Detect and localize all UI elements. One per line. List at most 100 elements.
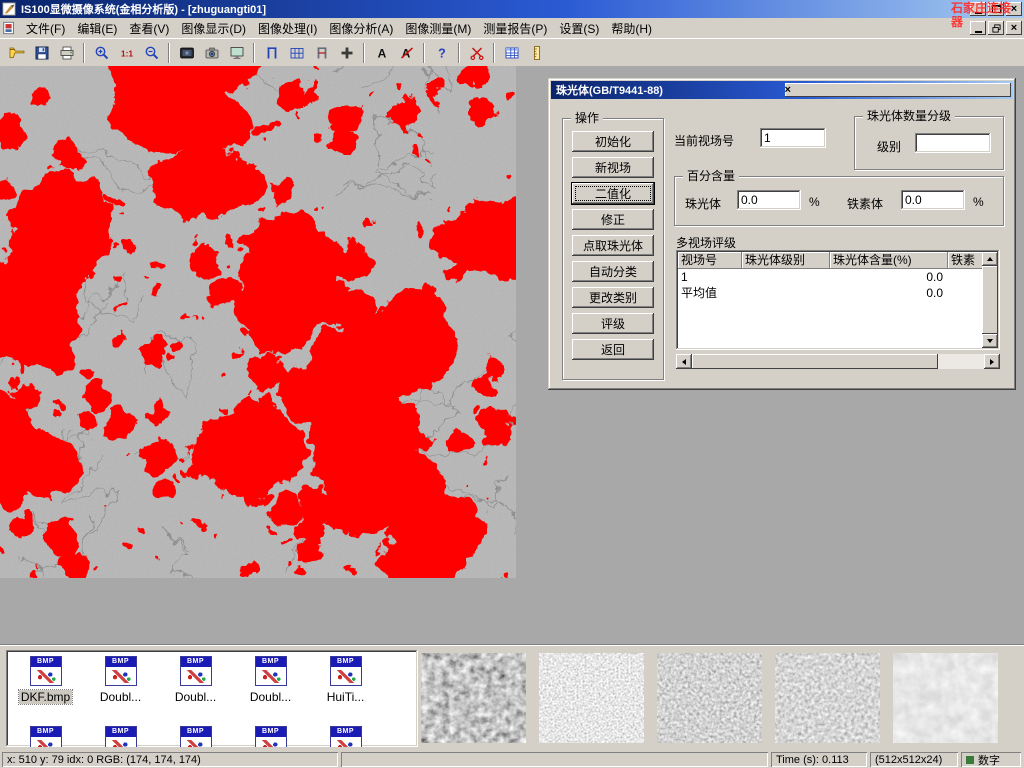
table-row[interactable]: 10.0	[678, 269, 982, 285]
horizontal-scroll-thumb[interactable]	[692, 354, 938, 369]
ferrite-input[interactable]	[901, 190, 965, 210]
file-item[interactable]: BMPHuiTi...	[308, 656, 383, 704]
ruler-button[interactable]	[524, 41, 549, 65]
scroll-right-button[interactable]	[984, 354, 1000, 369]
vertical-scroll-thumb[interactable]	[982, 266, 998, 334]
op-button-initialize[interactable]: 初始化	[572, 131, 654, 152]
camera-capture-button[interactable]	[199, 41, 224, 65]
table-horizontal-scrollbar[interactable]	[676, 354, 1000, 369]
table-grid-icon	[504, 45, 520, 61]
title-bar: IS100显微摄像系统(金相分析版) - [zhuguangti01] ×	[0, 0, 1024, 18]
op-button-change-class[interactable]: 更改类别	[572, 287, 654, 308]
column-header[interactable]: 视场号	[678, 252, 742, 269]
add-text-button[interactable]: A	[369, 41, 394, 65]
op-button-rate[interactable]: 评级	[572, 313, 654, 334]
caliper-icon	[264, 45, 280, 61]
menu-image-display[interactable]: 图像显示(D)	[175, 18, 252, 39]
thumbnail-strip	[421, 653, 998, 743]
grid-measure-button[interactable]	[284, 41, 309, 65]
child-restore-icon	[992, 24, 1001, 33]
minimize-button[interactable]	[970, 2, 986, 16]
file-row-partial: BMPBMPBMPBMPBMP	[8, 726, 416, 747]
column-header[interactable]: 珠光体含量(%)	[830, 252, 948, 269]
file-item-partial[interactable]: BMP	[233, 726, 308, 747]
child-minimize-button[interactable]	[970, 21, 986, 35]
thumbnail-4[interactable]	[775, 653, 880, 743]
child-close-button[interactable]: ×	[1006, 21, 1022, 35]
thumbnail-1[interactable]	[421, 653, 526, 743]
current-field-input[interactable]	[760, 128, 826, 148]
menu-edit[interactable]: 编辑(E)	[71, 18, 123, 39]
op-button-return[interactable]: 返回	[572, 339, 654, 360]
menu-report[interactable]: 测量报告(P)	[477, 18, 553, 39]
ruler-icon	[529, 45, 545, 61]
text-delete-icon: A	[399, 45, 415, 61]
bmp-icon-label: BMP	[331, 727, 361, 737]
op-button-binarize[interactable]: 二值化	[572, 183, 654, 204]
menu-image-measure[interactable]: 图像测量(M)	[399, 18, 477, 39]
menu-view[interactable]: 查看(V)	[123, 18, 175, 39]
dialog-title-bar[interactable]: 珠光体(GB/T9441-88) ×	[551, 81, 1013, 99]
thumbnail-3[interactable]	[657, 653, 762, 743]
column-header[interactable]: 珠光体级别	[742, 252, 830, 269]
cross-marker-button[interactable]	[334, 41, 359, 65]
child-restore-button[interactable]	[988, 21, 1004, 35]
op-button-correct[interactable]: 修正	[572, 209, 654, 230]
close-button[interactable]: ×	[1006, 2, 1022, 16]
document-window-icon[interactable]	[2, 20, 18, 36]
file-item-partial[interactable]: BMP	[158, 726, 233, 747]
arrow-right-icon	[990, 359, 994, 365]
print-button[interactable]	[54, 41, 79, 65]
file-item-partial[interactable]: BMP	[8, 726, 83, 747]
file-item-partial[interactable]: BMP	[308, 726, 383, 747]
file-item-partial[interactable]: BMP	[83, 726, 158, 747]
zoom-in-button[interactable]	[89, 41, 114, 65]
video-preview-button[interactable]	[174, 41, 199, 65]
menu-image-analysis[interactable]: 图像分析(A)	[323, 18, 399, 39]
actual-size-button[interactable]: 1:1	[114, 41, 139, 65]
display-button[interactable]	[224, 41, 249, 65]
menu-help[interactable]: 帮助(H)	[605, 18, 658, 39]
delete-text-button[interactable]: A	[394, 41, 419, 65]
caliper-measure-button[interactable]	[259, 41, 284, 65]
scroll-up-button[interactable]	[982, 252, 998, 266]
column-header[interactable]: 铁素	[948, 252, 982, 269]
bmp-icon-label: BMP	[31, 727, 61, 737]
child-close-icon: ×	[1011, 23, 1017, 34]
file-item[interactable]: BMPDKF.bmp	[8, 656, 83, 704]
table-vertical-scrollbar[interactable]	[982, 252, 998, 348]
open-button[interactable]	[4, 41, 29, 65]
monitor-icon	[229, 45, 245, 61]
scroll-down-button[interactable]	[982, 334, 998, 348]
thumbnail-2[interactable]	[539, 653, 644, 743]
file-item[interactable]: BMPDoubl...	[83, 656, 158, 704]
dialog-close-button[interactable]: ×	[785, 83, 1012, 97]
table-row[interactable]: 平均值0.0	[678, 285, 982, 301]
cursor-status: x: 510 y: 79 idx: 0 RGB: (174, 174, 174)	[2, 752, 338, 767]
toolbar-separator	[363, 43, 365, 63]
help-button[interactable]: ?	[429, 41, 454, 65]
zoom-out-button[interactable]	[139, 41, 164, 65]
bmp-icon-label: BMP	[331, 657, 361, 667]
toolbar-separator	[168, 43, 170, 63]
pearlite-label: 珠光体	[685, 195, 721, 212]
cut-button[interactable]	[464, 41, 489, 65]
scroll-left-button[interactable]	[676, 354, 692, 369]
file-item[interactable]: BMPDoubl...	[233, 656, 308, 704]
multifield-label: 多视场评级	[676, 234, 736, 251]
file-item[interactable]: BMPDoubl...	[158, 656, 233, 704]
menu-image-process[interactable]: 图像处理(I)	[252, 18, 323, 39]
micrograph-image[interactable]	[0, 66, 516, 578]
op-button-new-field[interactable]: 新视场	[572, 157, 654, 178]
data-table-button[interactable]	[499, 41, 524, 65]
menu-file[interactable]: 文件(F)	[20, 18, 71, 39]
level-input[interactable]	[915, 133, 991, 153]
menu-settings[interactable]: 设置(S)	[553, 18, 605, 39]
save-button[interactable]	[29, 41, 54, 65]
caliper-edit-button[interactable]	[309, 41, 334, 65]
thumbnail-5[interactable]	[893, 653, 998, 743]
op-button-pick-pearlite[interactable]: 点取珠光体	[572, 235, 654, 256]
pearlite-input[interactable]	[737, 190, 801, 210]
maximize-button[interactable]	[988, 2, 1004, 16]
op-button-auto-classify[interactable]: 自动分类	[572, 261, 654, 282]
